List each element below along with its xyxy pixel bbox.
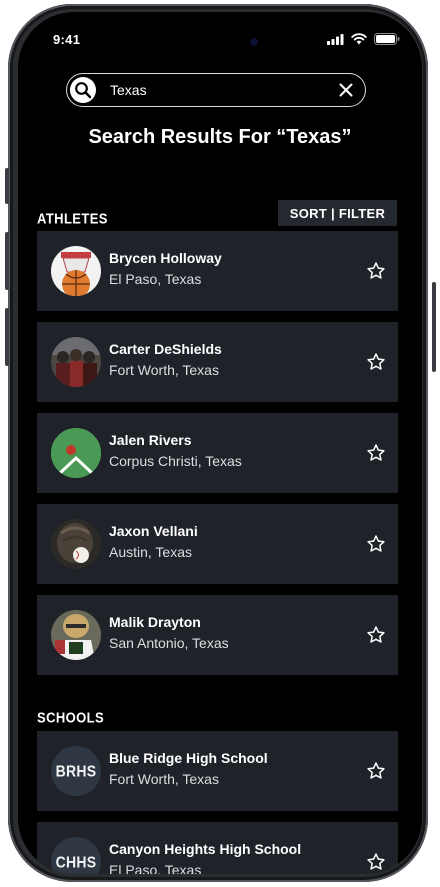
athlete-avatar [51,610,101,660]
star-icon[interactable] [366,625,386,645]
clear-search-icon[interactable] [339,83,353,97]
athlete-location: Austin, Texas [109,544,193,560]
athlete-location: Corpus Christi, Texas [109,453,242,469]
school-location: El Paso, Texas [109,862,202,874]
results-title: Search Results For “Texas” [88,126,352,148]
power-button [432,282,436,372]
athlete-name: Jalen Rivers [109,432,192,448]
status-icons [327,32,400,46]
athlete-card[interactable]: Brycen Holloway El Paso, Texas [37,231,398,311]
athlete-avatar [51,519,101,569]
athlete-location: San Antonio, Texas [109,635,229,651]
school-name: Blue Ridge High School [109,750,268,766]
star-icon[interactable] [366,352,386,372]
athlete-name: Malik Drayton [109,614,201,630]
school-card[interactable]: BRHS Blue Ridge High School Fort Worth, … [37,731,398,811]
school-initials: CHHS [55,852,97,872]
status-time: 9:41 [53,32,81,47]
star-icon[interactable] [366,443,386,463]
athlete-card[interactable]: Jalen Rivers Corpus Christi, Texas [37,413,398,493]
volume-down-button [5,308,9,366]
athlete-name: Brycen Holloway [109,250,222,266]
search-icon [70,77,96,103]
athlete-location: El Paso, Texas [109,271,202,287]
school-name: Canyon Heights High School [109,841,302,857]
sort-filter-button[interactable]: SORT | FILTER [278,200,397,226]
athlete-card[interactable]: Carter DeShields Fort Worth, Texas [37,322,398,402]
search-input[interactable]: Texas [110,82,339,98]
schools-section-label: SCHOOLS [37,709,105,726]
signal-icon [327,33,344,45]
athlete-avatar [51,246,101,296]
screen: 9:41 Texas Search Results For “Texas” AT… [18,12,422,874]
athlete-name: Jaxon Vellani [109,523,198,539]
star-icon[interactable] [366,261,386,281]
search-bar[interactable]: Texas [66,73,366,107]
battery-icon [374,33,400,45]
athlete-name: Carter DeShields [109,341,222,357]
school-avatar: BRHS [51,746,101,796]
athletes-section-label: ATHLETES [37,210,108,227]
athlete-avatar [51,428,101,478]
school-location: Fort Worth, Texas [109,771,219,787]
action-button [5,168,9,204]
star-icon[interactable] [366,761,386,781]
dynamic-island [166,26,276,58]
school-initials: BRHS [55,761,97,781]
school-avatar: CHHS [51,837,101,874]
camera-lens [250,38,258,46]
athlete-location: Fort Worth, Texas [109,362,219,378]
star-icon[interactable] [366,534,386,554]
school-card[interactable]: CHHS Canyon Heights High School El Paso,… [37,822,398,874]
status-bar: 9:41 [18,12,422,64]
wifi-icon [351,33,367,45]
star-icon[interactable] [366,852,386,872]
athlete-avatar [51,337,101,387]
volume-up-button [5,232,9,290]
athlete-card[interactable]: Jaxon Vellani Austin, Texas [37,504,398,584]
athlete-card[interactable]: Malik Drayton San Antonio, Texas [37,595,398,675]
